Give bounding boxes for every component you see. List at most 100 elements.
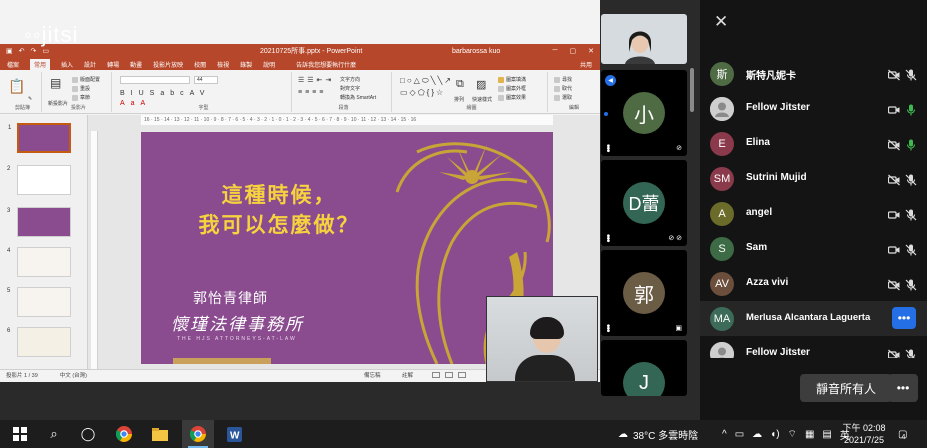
shapes-gallery-row2[interactable]: ▭◇⬠{}☆ bbox=[400, 88, 445, 97]
local-video-tile[interactable] bbox=[601, 14, 687, 64]
tab-record[interactable]: 錄製 bbox=[240, 60, 252, 69]
shape-fill-button[interactable]: 圖案填滿 bbox=[498, 76, 526, 83]
search-icon[interactable]: ⌕ bbox=[40, 420, 68, 448]
chrome-icon[interactable] bbox=[110, 420, 138, 448]
task-view-icon[interactable]: ◯ bbox=[74, 420, 102, 448]
more-options-icon[interactable]: ••• bbox=[602, 234, 613, 242]
align-buttons[interactable]: ≡≡≡≡ bbox=[298, 89, 326, 96]
new-slide-icon[interactable]: ▤ bbox=[50, 76, 61, 90]
smartart-button[interactable]: 轉換為 SmartArt bbox=[340, 94, 376, 101]
chevron-up-icon[interactable]: ^ bbox=[722, 429, 727, 440]
participant-row[interactable]: E Elina bbox=[700, 126, 927, 161]
find-button[interactable]: 尋找 bbox=[554, 76, 572, 83]
thumbnail-3[interactable]: 3 bbox=[7, 207, 71, 237]
tab-insert[interactable]: 插入 bbox=[61, 60, 73, 69]
filmstrip-scrollbar[interactable] bbox=[690, 68, 694, 112]
tell-me-search[interactable]: 告訴我您想要執行什麼 bbox=[296, 60, 356, 69]
save-icon[interactable]: ▣ bbox=[6, 47, 13, 55]
paste-icon[interactable]: 📋 bbox=[8, 78, 25, 95]
word-icon[interactable]: W bbox=[220, 420, 248, 448]
select-button[interactable]: 選取 bbox=[554, 94, 572, 101]
participant-row[interactable]: S Sam bbox=[700, 231, 927, 266]
volume-icon[interactable]: ◖) bbox=[770, 429, 779, 440]
shape-outline-button[interactable]: 圖案外框 bbox=[498, 85, 526, 92]
minimize-icon[interactable]: ─ bbox=[553, 47, 558, 55]
shape-effect-button[interactable]: 圖案效果 bbox=[498, 94, 526, 101]
tab-file[interactable]: 檔案 bbox=[7, 60, 19, 69]
wifi-icon[interactable]: ⌔ bbox=[788, 428, 797, 441]
comments-button[interactable]: 註解 bbox=[402, 371, 413, 379]
participant-tile-3[interactable]: 郭 ••• ▣ bbox=[601, 250, 687, 336]
tab-animations[interactable]: 動畫 bbox=[130, 60, 142, 69]
thumbnail-6[interactable]: 6 bbox=[7, 327, 71, 357]
share-button[interactable]: 共用 bbox=[580, 60, 592, 69]
reading-view-icon[interactable] bbox=[458, 372, 466, 378]
tab-home[interactable]: 常用 bbox=[30, 58, 51, 70]
participant-row[interactable]: Fellow Jitster bbox=[700, 91, 927, 126]
account-name[interactable]: barbarossa kuo bbox=[452, 48, 500, 55]
layout-button[interactable]: 版面配置 bbox=[72, 76, 100, 83]
participant-tile-2[interactable]: D蕾 ••• ⊘ ⊘ bbox=[601, 160, 687, 246]
panel-more-button[interactable]: ••• bbox=[888, 374, 918, 402]
quick-styles-icon[interactable]: ▨ bbox=[476, 78, 486, 91]
participant-row[interactable]: Aangel bbox=[700, 196, 927, 231]
clipboard-icon[interactable]: ▤ bbox=[822, 429, 831, 440]
chrome-active-icon[interactable] bbox=[182, 420, 214, 448]
more-options-icon[interactable]: ••• bbox=[602, 144, 613, 152]
participant-row[interactable]: MA Merlusa Alcantara Laguerta ••• bbox=[700, 301, 927, 336]
format-painter-icon[interactable]: ✎ bbox=[28, 96, 32, 102]
language-indicator[interactable]: 中文 (台灣) bbox=[60, 371, 87, 379]
text-direction-button[interactable]: 文字方向 bbox=[340, 76, 360, 83]
jitsi-logo[interactable]: ◦◦jitsi bbox=[24, 22, 78, 48]
file-explorer-icon[interactable] bbox=[146, 420, 174, 448]
replace-button[interactable]: 取代 bbox=[554, 85, 572, 92]
thumbnail-2[interactable]: 2 bbox=[7, 165, 71, 195]
sorter-view-icon[interactable] bbox=[445, 372, 453, 378]
section-button[interactable]: 章節 bbox=[72, 94, 90, 101]
slide-thumbnails[interactable]: 1 2 3 4 5 6 bbox=[0, 115, 88, 369]
network-icon[interactable]: ▦ bbox=[805, 429, 814, 440]
list-buttons[interactable]: ☰☰⇤⇥ bbox=[298, 76, 334, 84]
participant-tile-1[interactable]: ◀ 小 ••• ⊘ bbox=[601, 70, 687, 156]
presenter-video[interactable] bbox=[486, 296, 598, 382]
onedrive-icon[interactable]: ☁ bbox=[752, 429, 762, 440]
shapes-gallery[interactable]: □○△⬭╲╲↗ bbox=[400, 76, 453, 86]
arrange-button[interactable]: 排列 bbox=[454, 96, 464, 103]
arrange-icon[interactable]: ⧉ bbox=[456, 78, 464, 91]
participant-tile-4[interactable]: J bbox=[601, 340, 687, 396]
align-text-button[interactable]: 對齊文字 bbox=[340, 85, 360, 92]
start-button[interactable] bbox=[6, 420, 34, 448]
participant-row[interactable]: AV Azza vivi bbox=[700, 266, 927, 301]
notes-button[interactable]: 備忘稿 bbox=[364, 371, 381, 379]
font-name-select[interactable] bbox=[120, 76, 190, 84]
reset-button[interactable]: 重設 bbox=[72, 85, 90, 92]
close-window-icon[interactable]: ✕ bbox=[588, 47, 594, 55]
font-format-buttons[interactable]: BIUSabcAV bbox=[120, 90, 210, 97]
participant-row[interactable]: Fellow Jitster bbox=[700, 336, 927, 358]
participant-row[interactable]: SM Sutrini Mujid bbox=[700, 161, 927, 196]
participant-row[interactable]: 斯 斯特凡妮卡 bbox=[700, 56, 927, 91]
close-icon[interactable]: ✕ bbox=[714, 12, 728, 32]
participants-list[interactable]: 斯 斯特凡妮卡 Fellow Jitster E Elina SM Sutrini Muji… bbox=[700, 36, 927, 358]
thumbnail-5[interactable]: 5 bbox=[7, 287, 71, 317]
font-size-select[interactable]: 44 bbox=[194, 76, 218, 84]
undo-icon[interactable]: ↶ bbox=[19, 47, 25, 55]
thumbnail-1[interactable]: 1 bbox=[8, 123, 71, 153]
participant-more-button[interactable]: ••• bbox=[892, 307, 916, 329]
normal-view-icon[interactable] bbox=[432, 372, 440, 378]
more-options-icon[interactable]: ••• bbox=[602, 324, 613, 332]
redo-icon[interactable]: ↷ bbox=[31, 47, 37, 55]
tab-design[interactable]: 設計 bbox=[84, 60, 96, 69]
present-icon[interactable]: ▭ bbox=[42, 47, 49, 55]
tab-help[interactable]: 說明 bbox=[263, 60, 275, 69]
thumbnail-4[interactable]: 4 bbox=[7, 247, 71, 277]
tab-view[interactable]: 檢視 bbox=[217, 60, 229, 69]
notification-center[interactable]: ▢ 4 bbox=[898, 420, 907, 448]
tab-transitions[interactable]: 轉場 bbox=[107, 60, 119, 69]
system-clock[interactable]: 下午 02:08 2021/7/25 bbox=[840, 422, 888, 446]
weather-widget[interactable]: ☁ 38°C 多雲時陰 bbox=[618, 420, 698, 448]
tab-slideshow[interactable]: 投影片放映 bbox=[153, 60, 183, 69]
meet-now-icon[interactable]: ▭ bbox=[735, 429, 744, 440]
mute-all-button[interactable]: 靜音所有人 bbox=[800, 374, 892, 402]
tab-review[interactable]: 校閱 bbox=[194, 60, 206, 69]
